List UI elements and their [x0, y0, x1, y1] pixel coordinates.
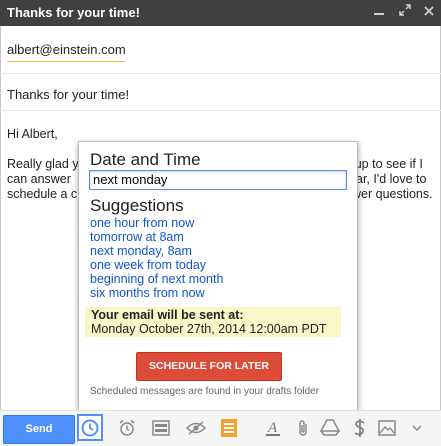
chevron-icon[interactable]	[407, 418, 427, 438]
body-line[interactable]: wer questions.	[352, 187, 433, 201]
suggestion-item[interactable]: one week from today	[90, 258, 223, 272]
date-time-input[interactable]: next monday	[89, 170, 347, 190]
schedule-for-later-button[interactable]: SCHEDULE FOR LATER	[136, 352, 282, 381]
body-line[interactable]: schedule a c	[7, 187, 77, 201]
attach-icon[interactable]	[293, 418, 313, 438]
suggestion-item[interactable]: six months from now	[90, 286, 223, 300]
alarm-icon[interactable]	[117, 418, 137, 438]
compose-title: Thanks for your time!	[7, 5, 140, 20]
clock-icon[interactable]	[77, 414, 103, 441]
recipient-underline	[7, 61, 125, 62]
drive-icon[interactable]	[320, 418, 340, 438]
compose-toolbar: Send A	[0, 410, 441, 446]
svg-text:A: A	[267, 420, 278, 436]
formatting-icon[interactable]: A	[263, 418, 283, 438]
body-line[interactable]: ar, I'd love to	[356, 172, 426, 186]
send-time-label: Your email will be sent at:	[91, 308, 244, 322]
send-time-summary: Your email will be sent at: Monday Octob…	[85, 307, 341, 337]
photo-icon[interactable]	[377, 418, 397, 438]
drafts-note: Scheduled messages are found in your dra…	[90, 386, 320, 397]
notes-icon[interactable]	[219, 418, 239, 438]
compose-title-bar: Thanks for your time!	[0, 0, 441, 26]
suggestions-list: one hour from now tomorrow at 8am next m…	[90, 216, 223, 300]
schedule-popup: Date and Time next monday Suggestions on…	[78, 141, 358, 411]
divider	[0, 110, 441, 111]
suggestion-item[interactable]: one hour from now	[90, 216, 223, 230]
recipient-chip[interactable]: albert@einstein.com	[7, 42, 126, 57]
suggestion-item[interactable]: tomorrow at 8am	[90, 230, 223, 244]
send-time-value: Monday October 27th, 2014 12:00am PDT	[91, 322, 327, 336]
body-line[interactable]: can answer	[7, 172, 71, 186]
subject-field[interactable]: Thanks for your time!	[7, 87, 129, 102]
suggestion-item[interactable]: next monday, 8am	[90, 244, 223, 258]
body-greeting[interactable]: Hi Albert,	[7, 127, 58, 141]
minimize-icon[interactable]	[371, 3, 387, 21]
eye-icon[interactable]	[186, 418, 206, 438]
body-line[interactable]: Really glad y	[7, 157, 79, 171]
money-icon[interactable]	[350, 418, 370, 438]
divider	[0, 73, 441, 74]
send-button[interactable]: Send	[3, 415, 75, 444]
template-icon[interactable]	[151, 418, 171, 438]
date-time-heading: Date and Time	[90, 150, 201, 169]
close-icon[interactable]	[421, 3, 437, 21]
expand-icon[interactable]	[397, 3, 413, 21]
suggestion-item[interactable]: beginning of next month	[90, 272, 223, 286]
suggestions-heading: Suggestions	[90, 196, 184, 215]
